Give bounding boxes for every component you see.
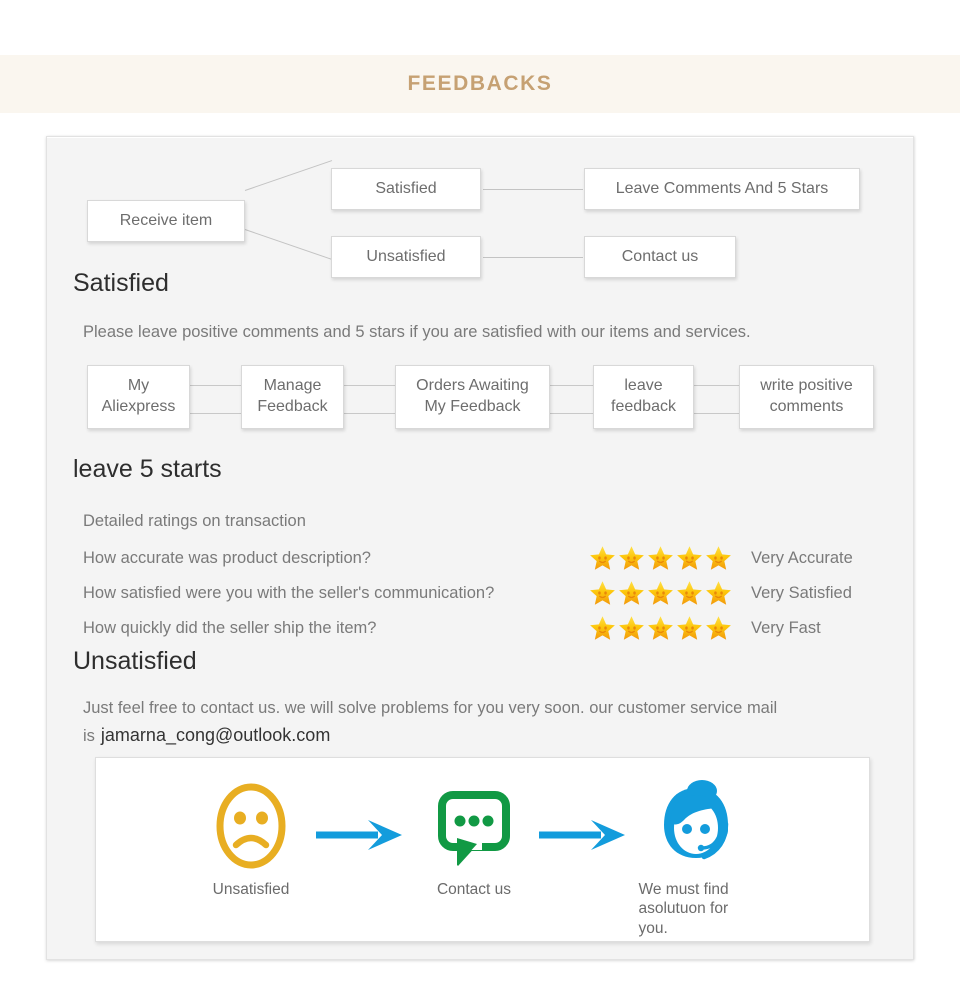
step-connector bbox=[694, 413, 740, 414]
step-box-my-aliexpress: My Aliexpress bbox=[87, 365, 190, 429]
feedback-steps-flow: My Aliexpress Manage Feedback Orders Await… bbox=[47, 365, 915, 437]
step-connector bbox=[550, 413, 594, 414]
support-flow-caption: We must find asolutuon for you. bbox=[638, 881, 729, 937]
step-box-leave-feedback: leave feedback bbox=[593, 365, 694, 429]
connector-receive-to-satisfied bbox=[244, 160, 333, 191]
support-flow-strip: Unsatisfied Contact us We must find asol… bbox=[95, 757, 870, 942]
support-flow-step-agent: We must find asolutuon for you. bbox=[601, 778, 791, 938]
support-flow-caption: Unsatisfied bbox=[212, 881, 290, 898]
step-box-manage-feedback: Manage Feedback bbox=[241, 365, 344, 429]
flow-box-receive-item: Receive item bbox=[87, 200, 245, 242]
star-icon[interactable] bbox=[618, 615, 645, 642]
rating-rows: How accurate was product description? Ver… bbox=[47, 541, 915, 646]
connector-receive-to-unsatisfied bbox=[244, 229, 333, 260]
rating-star-group[interactable] bbox=[589, 615, 732, 642]
rating-label: Very Accurate bbox=[751, 549, 853, 567]
star-icon[interactable] bbox=[589, 615, 616, 642]
header-band: FEEDBACKS bbox=[0, 55, 960, 113]
section-heading-unsatisfied: Unsatisfied bbox=[73, 647, 197, 675]
unsatisfied-description: Just feel free to contact us. we will so… bbox=[83, 695, 913, 750]
rating-label: Very Satisfied bbox=[751, 584, 852, 602]
flow-box-unsatisfied: Unsatisfied bbox=[331, 236, 481, 278]
feedback-panel: Receive item Satisfied Unsatisfied Leave… bbox=[46, 136, 914, 960]
step-connector bbox=[190, 385, 242, 386]
star-icon[interactable] bbox=[647, 545, 674, 572]
section-heading-leave-5-stars: leave 5 starts bbox=[73, 455, 222, 483]
connector-satisfied-to-action bbox=[483, 189, 583, 190]
star-icon[interactable] bbox=[676, 615, 703, 642]
support-agent-icon bbox=[648, 778, 744, 874]
step-connector bbox=[190, 413, 242, 414]
rating-label: Very Fast bbox=[751, 619, 821, 637]
flow-box-contact-us: Contact us bbox=[584, 236, 736, 278]
step-box-write-comments: write positive comments bbox=[739, 365, 874, 429]
star-icon[interactable] bbox=[647, 580, 674, 607]
ratings-caption: Detailed ratings on transaction bbox=[83, 512, 306, 530]
star-icon[interactable] bbox=[589, 545, 616, 572]
satisfied-description: Please leave positive comments and 5 sta… bbox=[83, 323, 751, 341]
support-flow-caption: Contact us bbox=[436, 881, 512, 898]
star-icon[interactable] bbox=[705, 580, 732, 607]
speech-bubble-icon bbox=[434, 778, 514, 874]
rating-row: How quickly did the seller ship the item… bbox=[47, 611, 915, 646]
rating-question: How satisfied were you with the seller's… bbox=[83, 584, 495, 602]
star-icon[interactable] bbox=[618, 545, 645, 572]
flow-box-leave-comments: Leave Comments And 5 Stars bbox=[584, 168, 860, 210]
step-connector bbox=[694, 385, 740, 386]
step-box-orders-awaiting: Orders Awaiting My Feedback bbox=[395, 365, 550, 429]
step-connector bbox=[344, 413, 396, 414]
rating-star-group[interactable] bbox=[589, 545, 732, 572]
rating-row: How accurate was product description? Ver… bbox=[47, 541, 915, 576]
step-connector bbox=[550, 385, 594, 386]
section-heading-satisfied: Satisfied bbox=[73, 269, 169, 297]
rating-question: How accurate was product description? bbox=[83, 549, 371, 567]
step-connector bbox=[344, 385, 396, 386]
star-icon[interactable] bbox=[589, 580, 616, 607]
star-icon[interactable] bbox=[705, 615, 732, 642]
star-icon[interactable] bbox=[618, 580, 645, 607]
decision-flowchart: Receive item Satisfied Unsatisfied Leave… bbox=[47, 137, 915, 278]
support-email[interactable]: jamarna_cong@outlook.com bbox=[95, 725, 330, 745]
rating-row: How satisfied were you with the seller's… bbox=[47, 576, 915, 611]
star-icon[interactable] bbox=[676, 580, 703, 607]
star-icon[interactable] bbox=[647, 615, 674, 642]
rating-star-group[interactable] bbox=[589, 580, 732, 607]
page-title: FEEDBACKS bbox=[407, 72, 553, 95]
sad-face-icon bbox=[212, 778, 290, 874]
flow-box-satisfied: Satisfied bbox=[331, 168, 481, 210]
star-icon[interactable] bbox=[676, 545, 703, 572]
star-icon[interactable] bbox=[705, 545, 732, 572]
rating-question: How quickly did the seller ship the item… bbox=[83, 619, 377, 637]
connector-unsatisfied-to-action bbox=[483, 257, 583, 258]
